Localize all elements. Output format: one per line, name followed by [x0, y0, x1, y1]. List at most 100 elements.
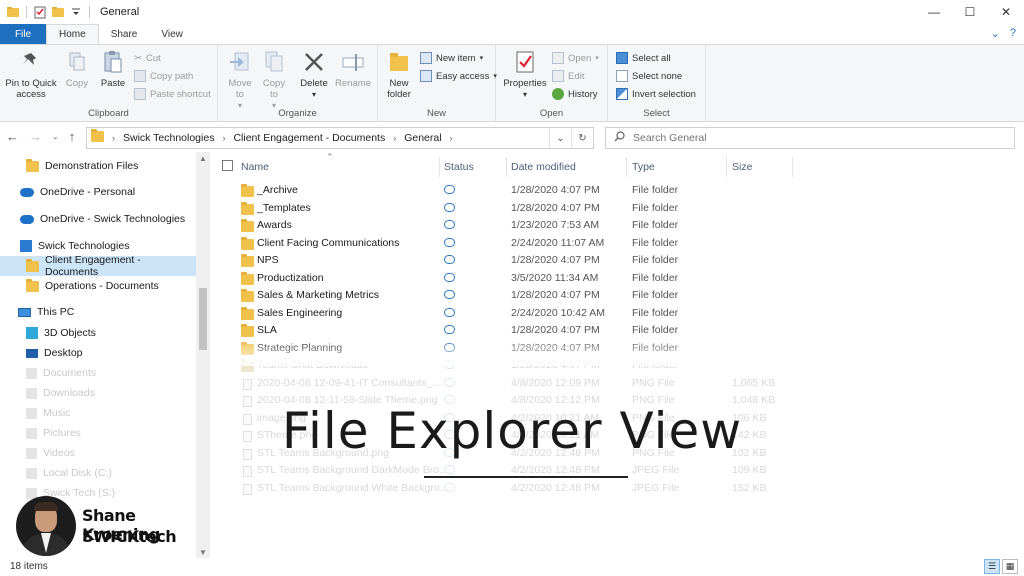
copy-path-icon — [134, 70, 146, 82]
nav-item-swick-technologies[interactable]: Swick Technologies — [0, 236, 196, 256]
minimize-button[interactable]: — — [916, 0, 952, 24]
recent-locations-chevron-icon[interactable]: ⌄ — [52, 132, 59, 144]
details-view-icon[interactable]: ☰ — [984, 559, 1000, 574]
crumb-chevron-icon[interactable]: › — [450, 133, 453, 143]
file-name: _Templates — [257, 201, 311, 214]
search-input[interactable] — [633, 132, 993, 144]
tab-home[interactable]: Home — [46, 24, 99, 44]
copy-path-button[interactable]: Copy path — [134, 68, 193, 84]
new-folder-icon[interactable] — [51, 5, 65, 19]
properties-button[interactable]: Properties ▾ — [502, 49, 548, 100]
open-group: Properties ▾ Open ▾ Edit History Open — [496, 45, 608, 122]
folder-icon — [241, 324, 254, 337]
file-row[interactable]: Awards 1/23/2020 7:53 AM File folder — [214, 217, 774, 235]
tab-file[interactable]: File — [0, 24, 46, 44]
nav-item-client-engagement[interactable]: Client Engagement - Documents — [0, 254, 196, 278]
file-row[interactable]: STL Teams Background White Backgro... 4/2… — [214, 480, 774, 498]
maximize-button[interactable]: ☐ — [952, 0, 988, 24]
open-button[interactable]: Open ▾ — [552, 50, 599, 66]
tab-share[interactable]: Share — [99, 24, 150, 44]
nav-item-downloads[interactable]: Downloads — [0, 383, 196, 403]
file-row[interactable]: _Archive 1/28/2020 4:07 PM File folder — [214, 182, 774, 200]
up-arrow-icon[interactable]: ↑ — [69, 129, 76, 144]
column-header-status[interactable]: Status — [444, 157, 474, 177]
nav-item-music[interactable]: Music — [0, 403, 196, 423]
column-header-size[interactable]: Size — [732, 157, 752, 177]
paste-button[interactable]: Paste — [96, 49, 130, 89]
help-icon[interactable]: ? — [1010, 27, 1016, 40]
column-header-name[interactable]: Name — [241, 157, 269, 177]
file-row[interactable]: SLA 1/28/2020 4:07 PM File folder — [214, 322, 774, 340]
folder-icon — [241, 271, 254, 285]
address-bar[interactable]: › Swick Technologies › Client Engagement… — [86, 127, 594, 149]
file-row[interactable]: Client Facing Communications 2/24/2020 11… — [214, 235, 774, 253]
nav-item-demonstration-files[interactable]: Demonstration Files — [0, 156, 196, 176]
file-name: Strategic Planning — [257, 341, 343, 354]
select-all-checkbox[interactable] — [222, 160, 233, 171]
delete-button[interactable]: Delete ▾ — [298, 49, 330, 100]
file-row[interactable]: Strategic Planning 1/28/2020 4:07 PM File … — [214, 340, 774, 358]
nav-item-operations[interactable]: Operations - Documents — [0, 276, 196, 296]
breadcrumb-client-engagement[interactable]: Client Engagement - Documents — [233, 132, 385, 144]
file-row[interactable]: _Templates 1/28/2020 4:07 PM File folder — [214, 200, 774, 218]
tab-view[interactable]: View — [149, 24, 195, 44]
crumb-chevron-icon[interactable]: › — [222, 133, 225, 143]
properties-check-icon[interactable] — [33, 5, 47, 19]
invert-selection-button[interactable]: Invert selection — [616, 86, 696, 102]
invert-selection-icon — [616, 88, 628, 100]
nav-item-videos[interactable]: Videos — [0, 443, 196, 463]
customize-dropdown-icon[interactable] — [69, 5, 83, 19]
search-box[interactable] — [605, 127, 1015, 149]
nav-item-documents[interactable]: Documents — [0, 363, 196, 383]
new-folder-button[interactable]: New folder — [382, 49, 416, 100]
scrollbar-thumb[interactable] — [199, 288, 207, 350]
file-row[interactable]: Teams Chat Downloads 1/28/2020 4:07 PM Fil… — [214, 357, 774, 375]
select-all-button[interactable]: Select all — [616, 50, 671, 66]
file-row[interactable]: Productization 3/5/2020 11:34 AM File fold… — [214, 270, 774, 288]
address-dropdown-icon[interactable]: ⌄ — [549, 128, 571, 148]
easy-access-button[interactable]: Easy access ▾ — [420, 68, 497, 84]
new-item-button[interactable]: New item ▾ — [420, 50, 483, 66]
forward-arrow-icon[interactable]: → — [29, 129, 42, 144]
breadcrumb-general[interactable]: General — [404, 132, 441, 144]
file-list: ⌃ Name Status Date modified Type Size _A… — [214, 152, 1024, 558]
breadcrumb-swick-technologies[interactable]: Swick Technologies — [123, 132, 214, 144]
copy-to-button[interactable]: Copy to ▾ — [258, 49, 290, 111]
history-button[interactable]: History — [552, 86, 598, 102]
crumb-chevron-icon[interactable]: › — [112, 133, 115, 143]
close-button[interactable]: ✕ — [988, 0, 1024, 24]
folder-icon — [6, 5, 20, 19]
nav-item-desktop[interactable]: Desktop — [0, 343, 196, 363]
scroll-up-icon[interactable]: ▲ — [196, 152, 210, 164]
folder-icon — [26, 258, 39, 272]
file-row[interactable]: 2020-04-08 12-09-41-IT Consultants_... 4/… — [214, 375, 775, 393]
nav-item-onedrive-swick[interactable]: OneDrive - Swick Technologies — [0, 209, 196, 229]
rename-button[interactable]: Rename — [334, 49, 372, 89]
file-date-modified: 1/28/2020 4:07 PM — [511, 289, 600, 301]
nav-item-3d-objects[interactable]: 3D Objects — [0, 323, 196, 343]
file-row[interactable]: Sales & Marketing Metrics 1/28/2020 4:07 … — [214, 287, 774, 305]
nav-item-local-disk[interactable]: Local Disk (C:) — [0, 463, 196, 483]
collapse-ribbon-icon[interactable]: ⌄ — [991, 27, 1000, 40]
column-header-date-modified[interactable]: Date modified — [511, 157, 576, 177]
file-type: File folder — [632, 219, 679, 231]
back-arrow-icon[interactable]: ← — [6, 129, 19, 144]
select-none-button[interactable]: Select none — [616, 68, 682, 84]
pin-quick-access-button[interactable]: Pin to Quick access — [4, 49, 58, 100]
move-to-button[interactable]: Move to ▾ — [224, 49, 256, 111]
paste-shortcut-button[interactable]: Paste shortcut — [134, 86, 211, 102]
file-row[interactable]: NPS 1/28/2020 4:07 PM File folder — [214, 252, 774, 270]
nav-item-this-pc[interactable]: This PC — [0, 302, 196, 322]
column-header-type[interactable]: Type — [632, 157, 655, 177]
nav-item-pictures[interactable]: Pictures — [0, 423, 196, 443]
cut-button[interactable]: ✂ Cut — [134, 50, 161, 66]
copy-button[interactable]: Copy — [62, 49, 92, 89]
file-date-modified: 1/28/2020 4:07 PM — [511, 359, 600, 371]
nav-item-onedrive-personal[interactable]: OneDrive - Personal — [0, 182, 196, 202]
edit-button[interactable]: Edit — [552, 68, 584, 84]
refresh-icon[interactable]: ↻ — [571, 128, 593, 148]
file-row[interactable]: Sales Engineering 2/24/2020 10:42 AM File … — [214, 305, 774, 323]
large-icons-view-icon[interactable]: ▦ — [1002, 559, 1018, 574]
file-type: File folder — [632, 201, 679, 214]
crumb-chevron-icon[interactable]: › — [393, 133, 396, 143]
